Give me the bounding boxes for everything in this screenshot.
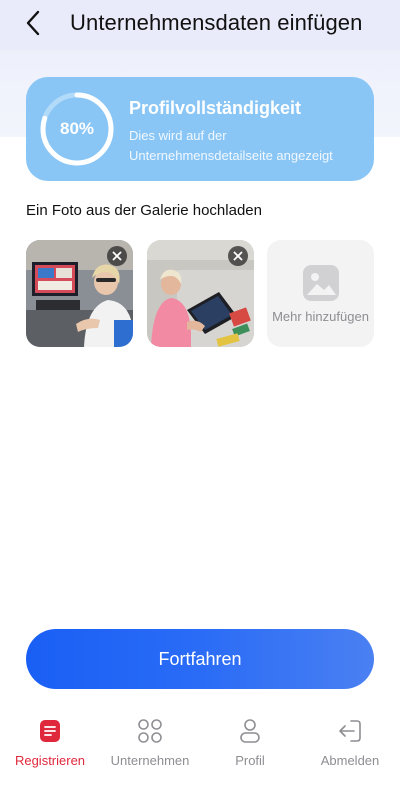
document-icon (40, 720, 60, 742)
progress-percentage: 80% (59, 119, 95, 138)
nav-label: Registrieren (14, 753, 86, 768)
add-more-photos-button[interactable]: Mehr hinzufügen (267, 240, 374, 347)
person-icon (240, 719, 260, 743)
image-icon (303, 265, 339, 301)
nav-label: Unternehmen (110, 753, 190, 768)
nav-item-registrieren[interactable]: Registrieren (0, 718, 100, 770)
back-button[interactable] (18, 8, 48, 38)
continue-button[interactable]: Fortfahren (26, 629, 374, 689)
remove-photo-button[interactable] (228, 246, 248, 266)
gallery-photo[interactable] (26, 240, 133, 347)
gallery-photo[interactable] (147, 240, 254, 347)
logout-icon (339, 720, 361, 742)
profile-completeness-card: 80% Profilvollständigkeit Dies wird auf … (26, 77, 374, 181)
card-description: Dies wird auf der Unternehmensdetailseit… (129, 128, 333, 163)
close-icon (112, 251, 122, 261)
grid-icon (138, 719, 162, 743)
nav-label: Abmelden (320, 753, 380, 768)
close-icon (233, 251, 243, 261)
nav-label: Profil (235, 753, 265, 768)
add-more-label: Mehr hinzufügen (272, 309, 369, 324)
remove-photo-button[interactable] (107, 246, 127, 266)
card-title: Profilvollständigkeit (129, 98, 302, 118)
chevron-left-icon (26, 10, 40, 36)
bottom-navigation: Registrieren Unternehmen Profil Abmelden (0, 700, 400, 800)
nav-item-profil[interactable]: Profil (200, 718, 300, 770)
page-title: Unternehmensdaten einfügen (70, 10, 363, 35)
app-header: Unternehmensdaten einfügen (0, 0, 400, 50)
nav-item-unternehmen[interactable]: Unternehmen (100, 718, 200, 770)
gallery-upload-label: Ein Foto aus der Galerie hochladen (26, 202, 262, 219)
nav-item-abmelden[interactable]: Abmelden (300, 718, 400, 770)
